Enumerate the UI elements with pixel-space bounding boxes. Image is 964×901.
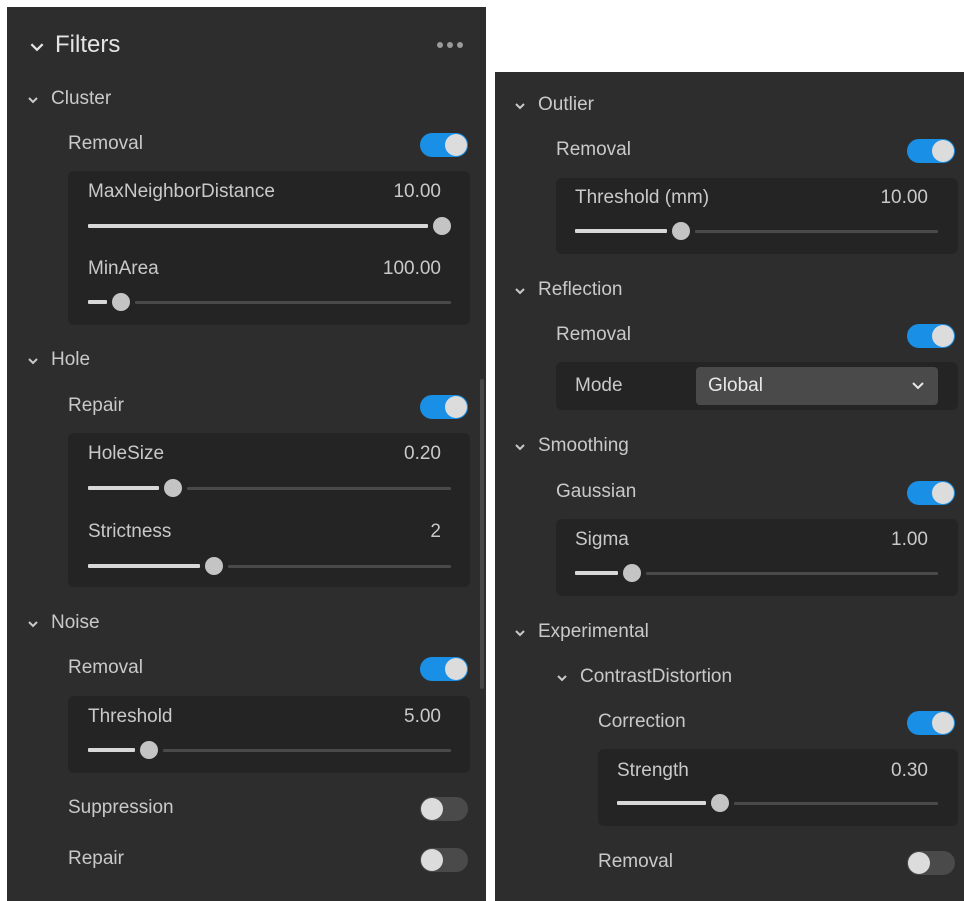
section-smoothing[interactable]: Smoothing [538,435,629,457]
chevron-down-icon[interactable] [512,625,528,641]
slider-thumb[interactable] [139,741,158,759]
sigma-label: Sigma [575,529,629,550]
more-options-icon[interactable] [437,39,469,51]
section-noise[interactable]: Noise [51,612,100,634]
chevron-down-icon[interactable] [512,98,528,114]
cluster-removal-label: Removal [68,133,143,154]
slider-track-fill [88,564,201,568]
subsection-contrast-distortion[interactable]: ContrastDistortion [580,666,732,688]
gaussian-label: Gaussian [556,481,637,502]
section-hole[interactable]: Hole [51,349,90,371]
slider-thumb[interactable] [710,794,729,812]
strictness-value: 2 [430,521,441,542]
slider-thumb[interactable] [671,222,690,240]
slider-thumb[interactable] [163,479,182,497]
slider-track-fill [88,300,108,304]
reflection-removal-label: Removal [556,324,631,345]
section-reflection[interactable]: Reflection [538,279,623,301]
reflection-mode-label: Mode [575,375,623,396]
slider-track [228,565,451,568]
noise-removal-toggle[interactable] [420,657,468,681]
max-neighbor-distance-value: 10.00 [393,181,441,202]
noise-removal-label: Removal [68,657,143,678]
section-experimental[interactable]: Experimental [538,621,649,643]
slider-track [162,749,451,752]
section-cluster[interactable]: Cluster [51,88,111,110]
noise-threshold-value: 5.00 [404,706,441,727]
contrast-correction-label: Correction [598,711,686,732]
panel-title: Filters [55,31,121,58]
cluster-removal-toggle[interactable] [420,133,468,157]
chevron-down-icon[interactable] [512,439,528,455]
chevron-down-icon[interactable] [25,92,41,108]
strength-label: Strength [617,760,689,781]
slider-track [733,802,938,805]
gaussian-toggle[interactable] [907,481,955,505]
slider-track [135,301,451,304]
slider-track [186,487,451,490]
section-outlier[interactable]: Outlier [538,94,594,116]
slider-track [694,230,938,233]
chevron-down-icon[interactable] [25,353,41,369]
noise-repair-label: Repair [68,848,124,869]
outlier-threshold-label: Threshold (mm) [575,187,710,208]
slider-track-fill [575,571,619,575]
chevron-down-icon[interactable] [554,670,570,686]
chevron-down-icon[interactable] [28,38,46,56]
outlier-removal-toggle[interactable] [907,139,955,163]
noise-repair-toggle[interactable] [420,848,468,872]
filters-panel-scrolled: Outlier Removal Threshold (mm) 10.00 Ref… [495,72,964,901]
slider-track-fill [575,229,667,233]
hole-size-value: 0.20 [404,443,441,464]
hole-size-label: HoleSize [88,443,165,464]
contrast-correction-toggle[interactable] [907,711,955,735]
hole-repair-toggle[interactable] [420,395,468,419]
noise-suppression-toggle[interactable] [420,797,468,821]
sigma-value: 1.00 [891,529,928,550]
chevron-down-icon[interactable] [25,616,41,632]
reflection-mode-value: Global [708,375,763,396]
chevron-down-icon[interactable] [512,283,528,299]
contrast-removal-label: Removal [598,851,673,872]
min-area-value: 100.00 [382,258,441,279]
hole-repair-label: Repair [68,395,124,416]
outlier-removal-label: Removal [556,139,631,160]
filters-panel: Filters Cluster Removal MaxNeighborDista… [7,7,486,901]
strength-value: 0.30 [891,760,928,781]
slider-track [646,572,938,575]
scrollbar-thumb[interactable] [480,379,484,689]
contrast-removal-toggle[interactable] [907,851,955,875]
max-neighbor-distance-label: MaxNeighborDistance [88,181,275,202]
outlier-threshold-value: 10.00 [880,187,928,208]
slider-track-fill [88,486,159,490]
noise-suppression-label: Suppression [68,797,174,818]
strictness-label: Strictness [88,521,172,542]
slider-thumb[interactable] [433,217,451,235]
slider-track-fill [88,224,428,228]
reflection-removal-toggle[interactable] [907,324,955,348]
slider-track-fill [88,748,135,752]
slider-track-fill [617,801,706,805]
chevron-down-icon [910,378,926,394]
reflection-mode-select[interactable]: Global [696,367,938,405]
noise-threshold-label: Threshold [88,706,173,727]
min-area-label: MinArea [88,258,159,279]
